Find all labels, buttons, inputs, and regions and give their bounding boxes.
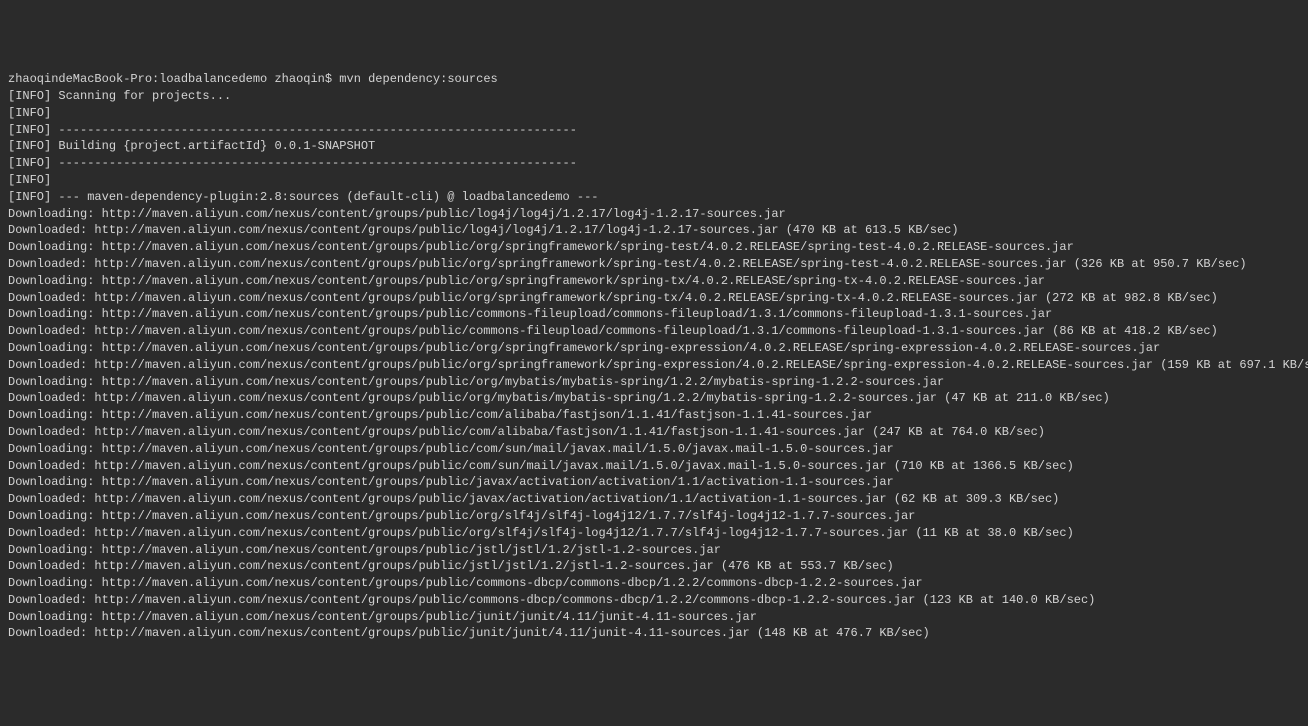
- output-line: Downloaded: http://maven.aliyun.com/nexu…: [8, 558, 1300, 575]
- output-line: Downloaded: http://maven.aliyun.com/nexu…: [8, 357, 1300, 374]
- output-line: Downloaded: http://maven.aliyun.com/nexu…: [8, 424, 1300, 441]
- output-line: Downloaded: http://maven.aliyun.com/nexu…: [8, 256, 1300, 273]
- prompt-user: zhaoqin: [274, 72, 324, 86]
- command-text: mvn dependency:sources: [339, 72, 497, 86]
- output-line: Downloading: http://maven.aliyun.com/nex…: [8, 407, 1300, 424]
- output-line: [INFO] ---------------------------------…: [8, 122, 1300, 139]
- output-line: Downloaded: http://maven.aliyun.com/nexu…: [8, 625, 1300, 642]
- output-line: [INFO] ---------------------------------…: [8, 155, 1300, 172]
- output-line: [INFO]: [8, 105, 1300, 122]
- output-line: [INFO] --- maven-dependency-plugin:2.8:s…: [8, 189, 1300, 206]
- output-line: Downloading: http://maven.aliyun.com/nex…: [8, 239, 1300, 256]
- output-line: [INFO] Scanning for projects...: [8, 88, 1300, 105]
- output-line: Downloaded: http://maven.aliyun.com/nexu…: [8, 525, 1300, 542]
- terminal-output[interactable]: zhaoqindeMacBook-Pro:loadbalancedemo zha…: [8, 71, 1300, 642]
- output-line: Downloaded: http://maven.aliyun.com/nexu…: [8, 323, 1300, 340]
- output-line: Downloading: http://maven.aliyun.com/nex…: [8, 441, 1300, 458]
- output-line: Downloading: http://maven.aliyun.com/nex…: [8, 340, 1300, 357]
- output-line: Downloaded: http://maven.aliyun.com/nexu…: [8, 491, 1300, 508]
- output-line: Downloaded: http://maven.aliyun.com/nexu…: [8, 290, 1300, 307]
- output-line: Downloaded: http://maven.aliyun.com/nexu…: [8, 390, 1300, 407]
- output-line: [INFO]: [8, 172, 1300, 189]
- prompt-line: zhaoqindeMacBook-Pro:loadbalancedemo zha…: [8, 71, 1300, 88]
- output-line: Downloaded: http://maven.aliyun.com/nexu…: [8, 222, 1300, 239]
- output-line: Downloading: http://maven.aliyun.com/nex…: [8, 542, 1300, 559]
- prompt-host: zhaoqindeMacBook-Pro: [8, 72, 152, 86]
- output-line: Downloaded: http://maven.aliyun.com/nexu…: [8, 458, 1300, 475]
- output-line: Downloading: http://maven.aliyun.com/nex…: [8, 206, 1300, 223]
- output-line: Downloading: http://maven.aliyun.com/nex…: [8, 306, 1300, 323]
- output-line: Downloading: http://maven.aliyun.com/nex…: [8, 609, 1300, 626]
- output-line: Downloading: http://maven.aliyun.com/nex…: [8, 575, 1300, 592]
- prompt-symbol: $: [325, 72, 332, 86]
- output-line: Downloaded: http://maven.aliyun.com/nexu…: [8, 592, 1300, 609]
- output-line: Downloading: http://maven.aliyun.com/nex…: [8, 374, 1300, 391]
- output-line: Downloading: http://maven.aliyun.com/nex…: [8, 508, 1300, 525]
- output-line: [INFO] Building {project.artifactId} 0.0…: [8, 138, 1300, 155]
- prompt-path: loadbalancedemo: [159, 72, 267, 86]
- output-line: Downloading: http://maven.aliyun.com/nex…: [8, 273, 1300, 290]
- output-line: Downloading: http://maven.aliyun.com/nex…: [8, 474, 1300, 491]
